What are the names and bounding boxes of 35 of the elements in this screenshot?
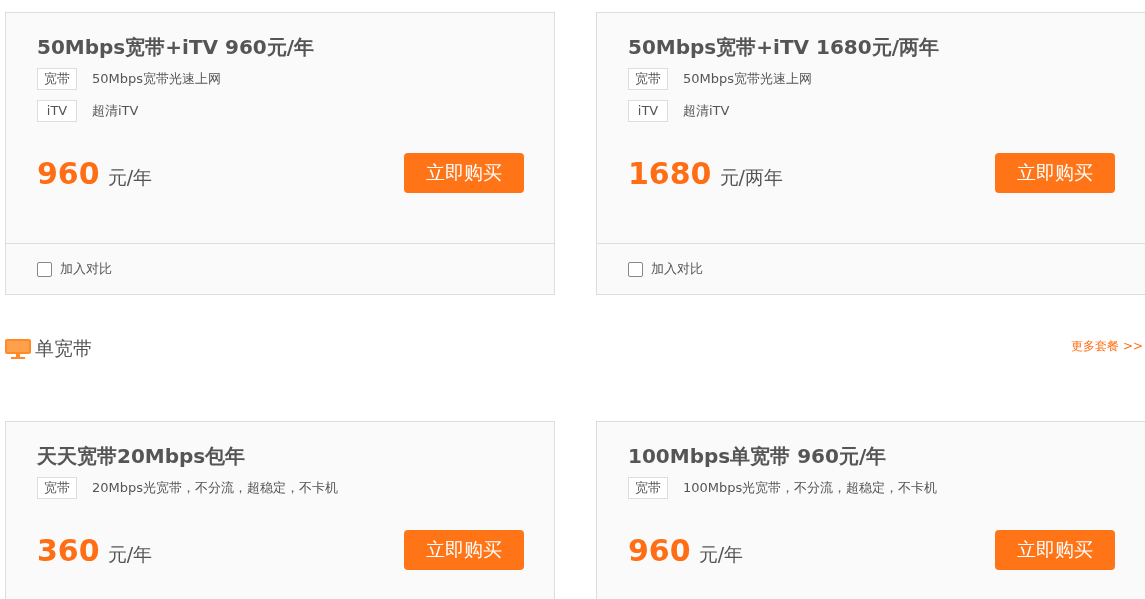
more-link[interactable]: 更多套餐 >> [1071, 337, 1143, 355]
buy-button[interactable]: 立即购买 [404, 153, 524, 193]
feature-tag: 宽带 [628, 477, 668, 499]
price: 960 [628, 532, 691, 568]
feature-tag: 宽带 [37, 477, 77, 499]
price-unit: 元/年 [698, 541, 744, 567]
compare-checkbox[interactable] [37, 261, 52, 277]
package-title: 天天宽带20Mbps包年 [37, 443, 247, 469]
price-unit: 元/年 [107, 541, 153, 567]
compare-checkbox[interactable] [628, 261, 643, 277]
feature-tag: iTV [37, 100, 77, 122]
package-title: 50Mbps宽带+iTV 960元/年 [37, 34, 316, 60]
package-title: 100Mbps单宽带 960元/年 [628, 443, 888, 469]
feature-text: 超清iTV [683, 102, 730, 120]
feature-text: 50Mbps宽带光速上网 [92, 70, 222, 88]
feature-tag: 宽带 [628, 68, 668, 90]
feature-text: 超清iTV [92, 102, 139, 120]
buy-button[interactable]: 立即购买 [404, 530, 524, 570]
price-unit: 元/年 [107, 164, 153, 190]
buy-button[interactable]: 立即购买 [995, 530, 1115, 570]
price: 360 [37, 532, 100, 568]
price: 1680 [628, 155, 712, 191]
feature-text: 20Mbps光宽带，不分流，超稳定，不卡机 [92, 479, 339, 497]
monitor-icon [5, 339, 31, 359]
price-unit: 元/两年 [719, 164, 783, 190]
feature-text: 100Mbps光宽带，不分流，超稳定，不卡机 [683, 479, 938, 497]
feature-tag: 宽带 [37, 68, 77, 90]
compare-label[interactable]: 加入对比 [651, 260, 703, 278]
section-title: 单宽带 [35, 336, 92, 361]
feature-text: 50Mbps宽带光速上网 [683, 70, 813, 88]
compare-label[interactable]: 加入对比 [60, 260, 112, 278]
feature-tag: iTV [628, 100, 668, 122]
package-title: 50Mbps宽带+iTV 1680元/两年 [628, 34, 940, 60]
price: 960 [37, 155, 100, 191]
buy-button[interactable]: 立即购买 [995, 153, 1115, 193]
